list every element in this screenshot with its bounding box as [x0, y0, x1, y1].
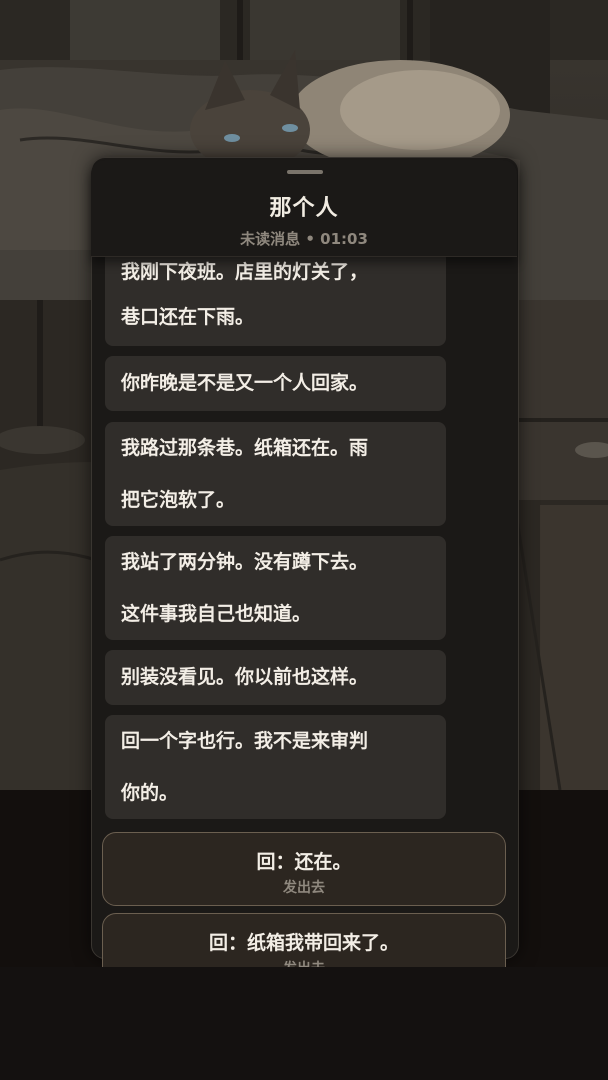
unread-status: 未读消息 • 01:03	[240, 230, 368, 248]
chat-header: 那个人 未读消息 • 01:03	[91, 160, 517, 257]
message-bubble: 别装没看见。你以前也这样。	[105, 650, 446, 705]
message-bubble: 我刚下夜班。店里的灯关了， 巷口还在下雨。	[105, 256, 446, 346]
message-line: 我站了两分钟。没有蹲下去。	[121, 551, 369, 573]
message-bubble: 我路过那条巷。纸箱还在。雨 把它泡软了。	[105, 422, 446, 526]
message-line: 回一个字也行。我不是来审判	[121, 730, 369, 752]
message-bubble: 我站了两分钟。没有蹲下去。 这件事我自己也知道。	[105, 536, 446, 640]
message-line: 我路过那条巷。纸箱还在。雨	[121, 437, 369, 459]
reply-option-text: 回：还在。	[256, 851, 352, 873]
drag-handle[interactable]	[287, 170, 323, 174]
reply-option-2[interactable]: 回：纸箱我带回来了。 发出去	[102, 913, 506, 968]
reply-option-1[interactable]: 回：还在。 发出去	[102, 832, 506, 906]
message-line: 你昨晚是不是又一个人回家。	[121, 372, 369, 394]
contact-name: 那个人	[269, 196, 339, 221]
message-line: 我刚下夜班。店里的灯关了，	[121, 261, 369, 283]
send-label: 发出去	[283, 880, 325, 896]
message-list[interactable]: 我刚下夜班。店里的灯关了， 巷口还在下雨。 你昨晚是不是又一个人回家。 我路过那…	[91, 256, 517, 968]
message-line: 巷口还在下雨。	[121, 306, 255, 328]
bottom-backdrop	[0, 967, 608, 1080]
message-line: 这件事我自己也知道。	[121, 603, 312, 625]
reply-option-text: 回：纸箱我带回来了。	[208, 932, 399, 954]
message-line: 你的。	[121, 782, 179, 804]
message-bubble: 回一个字也行。我不是来审判 你的。	[105, 715, 446, 819]
message-bubble: 你昨晚是不是又一个人回家。	[105, 356, 446, 411]
message-line: 别装没看见。你以前也这样。	[121, 666, 369, 688]
message-line: 把它泡软了。	[121, 489, 236, 511]
